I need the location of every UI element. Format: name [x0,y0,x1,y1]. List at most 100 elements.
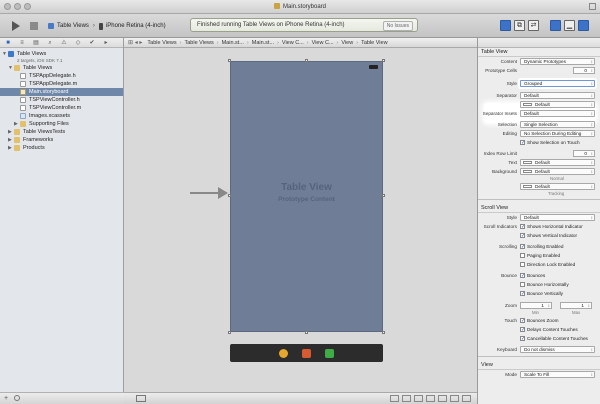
prototype-cells-stepper[interactable]: 0 [573,67,595,74]
resolve-constraints-icon[interactable] [414,395,423,402]
mode-select[interactable]: Scale To Fill [520,371,595,378]
issue-navigator-tab-icon[interactable]: ⚠ [60,40,68,46]
tree-item-file-selected[interactable]: Main.storyboard [0,88,123,96]
tree-item-file[interactable]: TSPViewController.h [0,96,123,104]
breadcrumb-item[interactable]: Main.st... [252,40,274,46]
tree-item-group[interactable]: ▶ Frameworks [0,136,123,144]
resize-handle[interactable] [382,331,385,334]
tracking-color-select[interactable]: Default [520,183,595,190]
disclosure-closed-icon[interactable]: ▶ [8,136,13,144]
resize-handle[interactable] [228,194,231,197]
editing-select[interactable]: No Selection During Editing [520,130,595,137]
align-icon[interactable] [390,395,399,402]
cancellable-touches-checkbox[interactable]: ✓ Cancellable Content Touches [520,335,588,342]
run-button[interactable] [10,19,22,32]
find-navigator-tab-icon[interactable]: ▤ [32,40,40,46]
scroll-style-select[interactable]: Default [520,214,595,221]
tree-item-file[interactable]: Images.xcassets [0,112,123,120]
add-file-icon[interactable]: + [4,395,8,402]
breadcrumb-item[interactable]: Table Views [184,40,213,46]
breadcrumb-item[interactable]: Table Views [147,40,176,46]
fullscreen-icon[interactable] [589,3,596,10]
first-responder-icon[interactable] [302,348,311,358]
disclosure-closed-icon[interactable]: ▶ [8,144,13,152]
disclosure-open-icon[interactable]: ▼ [8,64,13,72]
nav-back-forward-icon[interactable]: ⊞ ◂ ▸ [128,39,142,46]
zoom-max-stepper[interactable]: 1 [560,302,592,309]
tree-item-group[interactable]: ▶ Supporting Files [0,120,123,128]
separator-color-select[interactable]: Default [520,101,595,108]
disclosure-open-icon[interactable]: ▼ [2,50,7,58]
scrolling-enabled-checkbox[interactable]: ✓ Scrolling Enabled [520,243,563,250]
view-controller-icon[interactable] [279,348,288,358]
table-view-scene[interactable]: Table View Prototype Content [228,59,385,334]
symbol-navigator-tab-icon[interactable]: ≡ [18,40,26,46]
tree-item-project[interactable]: ▼ Table Views [0,50,123,58]
style-select[interactable]: Grouped [520,80,595,87]
breadcrumb-item[interactable]: View C... [312,40,334,46]
storyboard-canvas[interactable]: Table View Prototype Content [124,48,477,392]
resizing-behavior-icon[interactable] [426,395,435,402]
disclosure-closed-icon[interactable]: ▶ [14,120,19,128]
utilities-toggle-button[interactable] [578,20,589,31]
bounces-checkbox[interactable]: ✓ Bounces [520,272,545,279]
resize-handle[interactable] [305,59,308,62]
text-color-select[interactable]: Default [520,159,595,166]
background-color-select[interactable]: Default [520,168,595,175]
resize-handle[interactable] [382,194,385,197]
stop-button[interactable] [28,19,40,32]
debug-area-toggle-button[interactable]: ▁ [564,20,575,31]
folder-icon [14,137,20,143]
tree-item-file[interactable]: TSPViewController.m [0,104,123,112]
breadcrumb-item[interactable]: Table View [361,40,388,46]
resize-handle[interactable] [228,59,231,62]
zoom-min-stepper[interactable]: 1 [520,302,552,309]
delays-touches-checkbox[interactable]: ✓ Delays Content Touches [520,326,578,333]
tree-item-file[interactable]: TSPAppDelegate.h [0,72,123,80]
breadcrumb-item[interactable]: Main.st... [222,40,244,46]
disclosure-closed-icon[interactable]: ▶ [8,128,13,136]
keyboard-select[interactable]: Do not dismiss [520,346,595,353]
show-selection-checkbox[interactable]: ✓ Show Selection on Touch [520,139,580,146]
pin-icon[interactable] [402,395,411,402]
breadcrumb-item[interactable]: View [341,40,353,46]
bounce-horizontally-checkbox[interactable]: Bounce Horizontally [520,281,569,288]
document-outline-toggle-icon[interactable] [136,395,146,402]
debug-navigator-tab-icon[interactable]: ◇ [74,40,82,46]
search-navigator-tab-icon[interactable]: ⌕ [46,40,54,46]
zoom-out-icon[interactable] [438,395,447,402]
bounce-vertically-checkbox[interactable]: ✓ Bounce Vertically [520,290,563,297]
tree-item-group[interactable]: ▶ Products [0,144,123,152]
vertical-indicator-checkbox[interactable]: ✓ Shows Vertical Indicator [520,232,577,239]
project-navigator-tab-icon[interactable]: ■ [4,40,12,46]
assistant-editor-button[interactable]: ⧉ [514,20,525,31]
scheme-selector[interactable]: Table Views › iPhone Retina (4-inch) [48,21,166,31]
breadcrumb-item[interactable]: View C... [282,40,304,46]
index-row-limit-stepper[interactable]: 0 [573,150,595,157]
navigator-toggle-button[interactable] [550,20,561,31]
bounces-zoom-checkbox[interactable]: ✓ Bounces Zoom [520,317,559,324]
tree-item-group[interactable]: ▼ Table Views [0,64,123,72]
separator-select[interactable]: Default [520,92,595,99]
breakpoint-navigator-tab-icon[interactable]: ✔ [88,40,96,46]
filter-icon[interactable] [14,395,20,401]
resize-handle[interactable] [305,331,308,334]
zoom-in-icon[interactable] [462,395,471,402]
direction-lock-checkbox[interactable]: Direction Lock Enabled [520,261,575,268]
exit-icon[interactable] [325,348,334,358]
tree-item-group[interactable]: ▶ Table ViewsTests [0,128,123,136]
paging-enabled-checkbox[interactable]: Paging Enabled [520,252,560,259]
resize-handle[interactable] [382,59,385,62]
separator-insets-select[interactable]: Default [520,110,595,117]
resize-handle[interactable] [228,331,231,334]
standard-editor-button[interactable] [500,20,511,31]
attributes-inspector: Table View Content Dynamic Prototypes Pr… [477,38,600,404]
selection-select[interactable]: Single Selection [520,121,595,128]
horizontal-indicator-checkbox[interactable]: ✓ Shows Horizontal Indicator [520,223,583,230]
zoom-reset-icon[interactable] [450,395,459,402]
version-editor-button[interactable]: ⇄ [528,20,539,31]
content-select[interactable]: Dynamic Prototypes [520,58,595,65]
tree-item-file[interactable]: TSPAppDelegate.m [0,80,123,88]
log-navigator-tab-icon[interactable]: ▸ [102,40,110,46]
issues-badge[interactable]: No Issues [382,21,413,31]
